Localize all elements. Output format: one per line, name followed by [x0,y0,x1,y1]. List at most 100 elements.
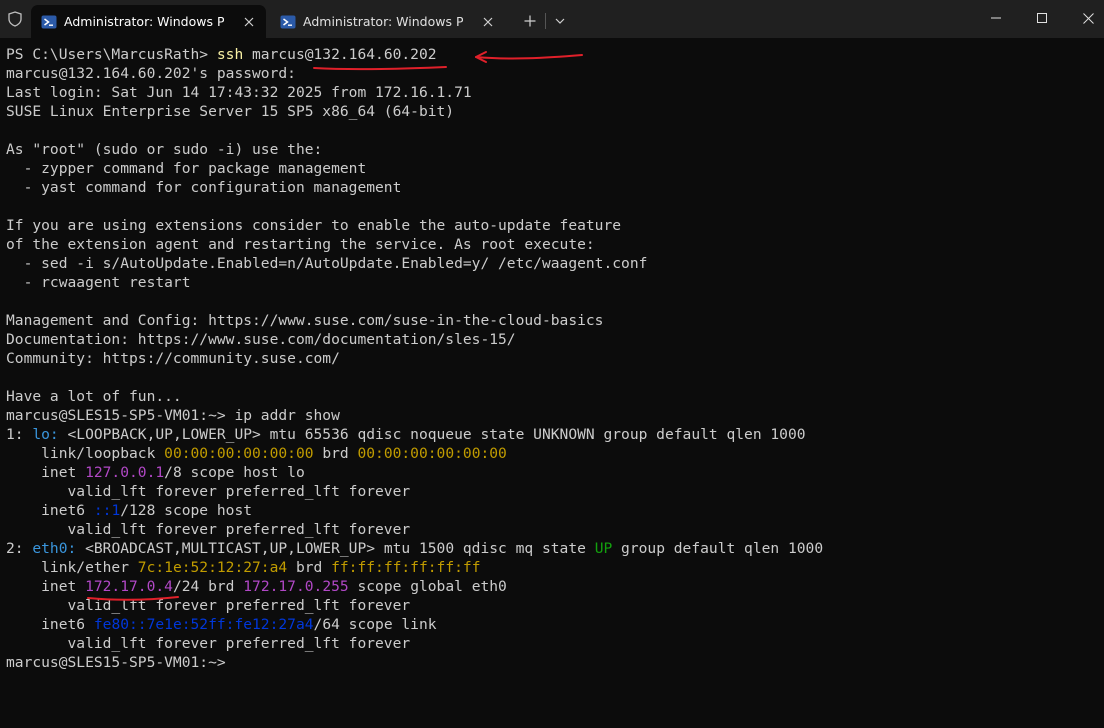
terminal-line: link/ether 7c:1e:52:12:27:a4 brd ff:ff:f… [6,558,1100,577]
terminal-line: link/loopback 00:00:00:00:00:00 brd 00:0… [6,444,1100,463]
terminal-text: 00:00:00:00:00:00 [164,445,314,462]
terminal-text: ssh [216,46,244,63]
minimize-icon [991,17,1001,19]
maximize-icon [1037,13,1047,23]
terminal-line: Have a lot of fun... [6,387,1100,406]
terminal-line: valid_lft forever preferred_lft forever [6,596,1100,615]
terminal-text: 127.0.0.1 [85,464,165,481]
chevron-down-icon [555,18,565,24]
window-close-button[interactable] [1065,0,1104,36]
close-icon[interactable] [480,14,496,30]
terminal-line: 1: lo: <LOOPBACK,UP,LOWER_UP> mtu 65536 … [6,425,1100,444]
tab-title: Administrator: Windows PowerShell [64,14,224,29]
terminal-text: valid_lft forever preferred_lft forever [6,521,411,538]
terminal-text: group default qlen 1000 [612,540,824,557]
terminal-text: inet [6,578,86,595]
terminal-line: As "root" (sudo or sudo -i) use the: [6,140,1100,159]
terminal-line: Documentation: https://www.suse.com/docu… [6,330,1100,349]
terminal-text: valid_lft forever preferred_lft forever [6,483,411,500]
terminal-line: marcus@132.164.60.202's password: [6,64,1100,83]
terminal-text: 1: [6,426,33,443]
close-icon[interactable] [241,14,257,30]
terminal-line: valid_lft forever preferred_lft forever [6,520,1100,539]
terminal-line: inet6 fe80::7e1e:52ff:fe12:27a4/64 scope… [6,615,1100,634]
terminal-text: 00:00:00:00:00:00 [357,445,507,462]
plus-icon [524,15,536,27]
terminal-line: inet 127.0.0.1/8 scope host lo [6,463,1100,482]
terminal-text: ff:ff:ff:ff:ff:ff [331,559,481,576]
terminal-text: If you are using extensions consider to … [6,217,622,234]
terminal-text: inet6 [6,502,94,519]
terminal-line: Management and Config: https://www.suse.… [6,311,1100,330]
terminal-text: Management and Config: https://www.suse.… [6,312,604,329]
tab-dropdown-button[interactable] [551,12,569,30]
terminal-text: inet [6,464,86,481]
terminal-window: Administrator: Windows PowerShell Admini… [0,0,1104,728]
terminal-text: - yast command for configuration managem… [6,179,402,196]
terminal-text: 7c:1e:52:12:27:a4 [137,559,288,576]
terminal-text: /64 scope link [313,616,437,633]
terminal-text: scope global eth0 [348,578,507,595]
terminal-text: SUSE Linux Enterprise Server 15 SP5 x86_… [6,103,455,120]
terminal-text: marcus@SLES15-SP5-VM01:~> [6,654,235,671]
terminal-line: If you are using extensions consider to … [6,216,1100,235]
terminal-line: marcus@SLES15-SP5-VM01:~> [6,653,1100,672]
terminal-text: fe80::7e1e:52ff:fe12:27a4 [93,616,314,633]
terminal-line: valid_lft forever preferred_lft forever [6,482,1100,501]
terminal-text: eth0: [32,540,77,557]
terminal-text: inet6 [6,616,94,633]
terminal-text: /8 scope host lo [164,464,305,481]
shield-icon [7,11,23,27]
terminal-line: - yast command for configuration managem… [6,178,1100,197]
terminal-text: lo: [32,426,59,443]
terminal-text: 2: [6,540,33,557]
terminal-text: marcus@132.164.60.202 [243,46,437,63]
title-bar[interactable]: Administrator: Windows PowerShell Admini… [0,0,1104,38]
terminal-text: valid_lft forever preferred_lft forever [6,597,411,614]
powershell-icon [41,14,57,30]
terminal-line: of the extension agent and restarting th… [6,235,1100,254]
terminal-output[interactable]: PS C:\Users\MarcusRath> ssh marcus@132.1… [6,45,1100,725]
terminal-line: inet 172.17.0.4/24 brd 172.17.0.255 scop… [6,577,1100,596]
terminal-text: - zypper command for package management [6,160,367,177]
terminal-text: of the extension agent and restarting th… [6,236,595,253]
terminal-text: brd [287,559,332,576]
terminal-text: Have a lot of fun... [6,388,182,405]
tab-powershell-1[interactable]: Administrator: Windows PowerShell [31,5,266,38]
tab-separator [545,13,546,29]
terminal-text: PS C:\Users\MarcusRath> [6,46,217,63]
terminal-text: ::1 [93,502,121,519]
terminal-line: 2: eth0: <BROADCAST,MULTICAST,UP,LOWER_U… [6,539,1100,558]
terminal-text: 172.17.0.4 [85,578,173,595]
terminal-text: link/loopback [6,445,165,462]
tab-powershell-2[interactable]: Administrator: Windows PowerShell [270,5,505,38]
terminal-text: As "root" (sudo or sudo -i) use the: [6,141,323,158]
terminal-text: link/ether [6,559,138,576]
terminal-line: PS C:\Users\MarcusRath> ssh marcus@132.1… [6,45,1100,64]
terminal-text: valid_lft forever preferred_lft forever [6,635,411,652]
terminal-text: - sed -i s/AutoUpdate.Enabled=n/AutoUpda… [6,255,648,272]
terminal-text: <LOOPBACK,UP,LOWER_UP> mtu 65536 qdisc n… [58,426,806,443]
terminal-line: Last login: Sat Jun 14 17:43:32 2025 fro… [6,83,1100,102]
terminal-line: valid_lft forever preferred_lft forever [6,634,1100,653]
terminal-line: Community: https://community.suse.com/ [6,349,1100,368]
terminal-line: marcus@SLES15-SP5-VM01:~> ip addr show [6,406,1100,425]
terminal-text: Community: https://community.suse.com/ [6,350,340,367]
terminal-text: <BROADCAST,MULTICAST,UP,LOWER_UP> mtu 15… [76,540,595,557]
minimize-button[interactable] [973,0,1019,36]
terminal-text: marcus@SLES15-SP5-VM01:~> ip addr show [6,407,340,424]
terminal-text: /24 brd [172,578,244,595]
maximize-button[interactable] [1019,0,1065,36]
powershell-icon [280,14,296,30]
terminal-text: - rcwaagent restart [6,274,191,291]
new-tab-button[interactable] [521,12,539,30]
close-icon [1082,12,1094,24]
terminal-line: SUSE Linux Enterprise Server 15 SP5 x86_… [6,102,1100,121]
terminal-line: - sed -i s/AutoUpdate.Enabled=n/AutoUpda… [6,254,1100,273]
terminal-text: Documentation: https://www.suse.com/docu… [6,331,516,348]
terminal-text: brd [313,445,358,462]
